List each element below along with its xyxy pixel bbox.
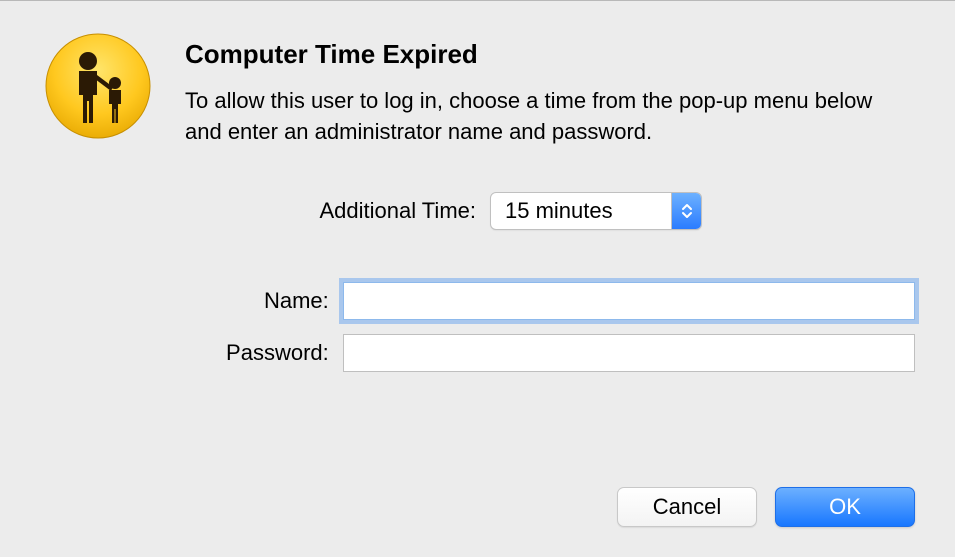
updown-icon bbox=[671, 193, 701, 229]
additional-time-label: Additional Time: bbox=[40, 198, 490, 224]
parental-controls-icon bbox=[40, 31, 155, 141]
dialog-buttons: Cancel OK bbox=[617, 487, 915, 527]
password-row: Password: bbox=[40, 334, 915, 372]
additional-time-value: 15 minutes bbox=[491, 193, 671, 229]
additional-time-select[interactable]: 15 minutes bbox=[490, 192, 702, 230]
dialog-title: Computer Time Expired bbox=[185, 39, 915, 70]
computer-time-expired-dialog: Computer Time Expired To allow this user… bbox=[0, 0, 955, 557]
additional-time-row: Additional Time: 15 minutes bbox=[40, 192, 915, 230]
cancel-button[interactable]: Cancel bbox=[617, 487, 757, 527]
name-row: Name: bbox=[40, 282, 915, 320]
name-field[interactable] bbox=[343, 282, 915, 320]
password-label: Password: bbox=[40, 340, 343, 366]
dialog-header: Computer Time Expired To allow this user… bbox=[40, 31, 915, 148]
dialog-description: To allow this user to log in, choose a t… bbox=[185, 86, 885, 148]
ok-button[interactable]: OK bbox=[775, 487, 915, 527]
name-label: Name: bbox=[40, 288, 343, 314]
password-field[interactable] bbox=[343, 334, 915, 372]
